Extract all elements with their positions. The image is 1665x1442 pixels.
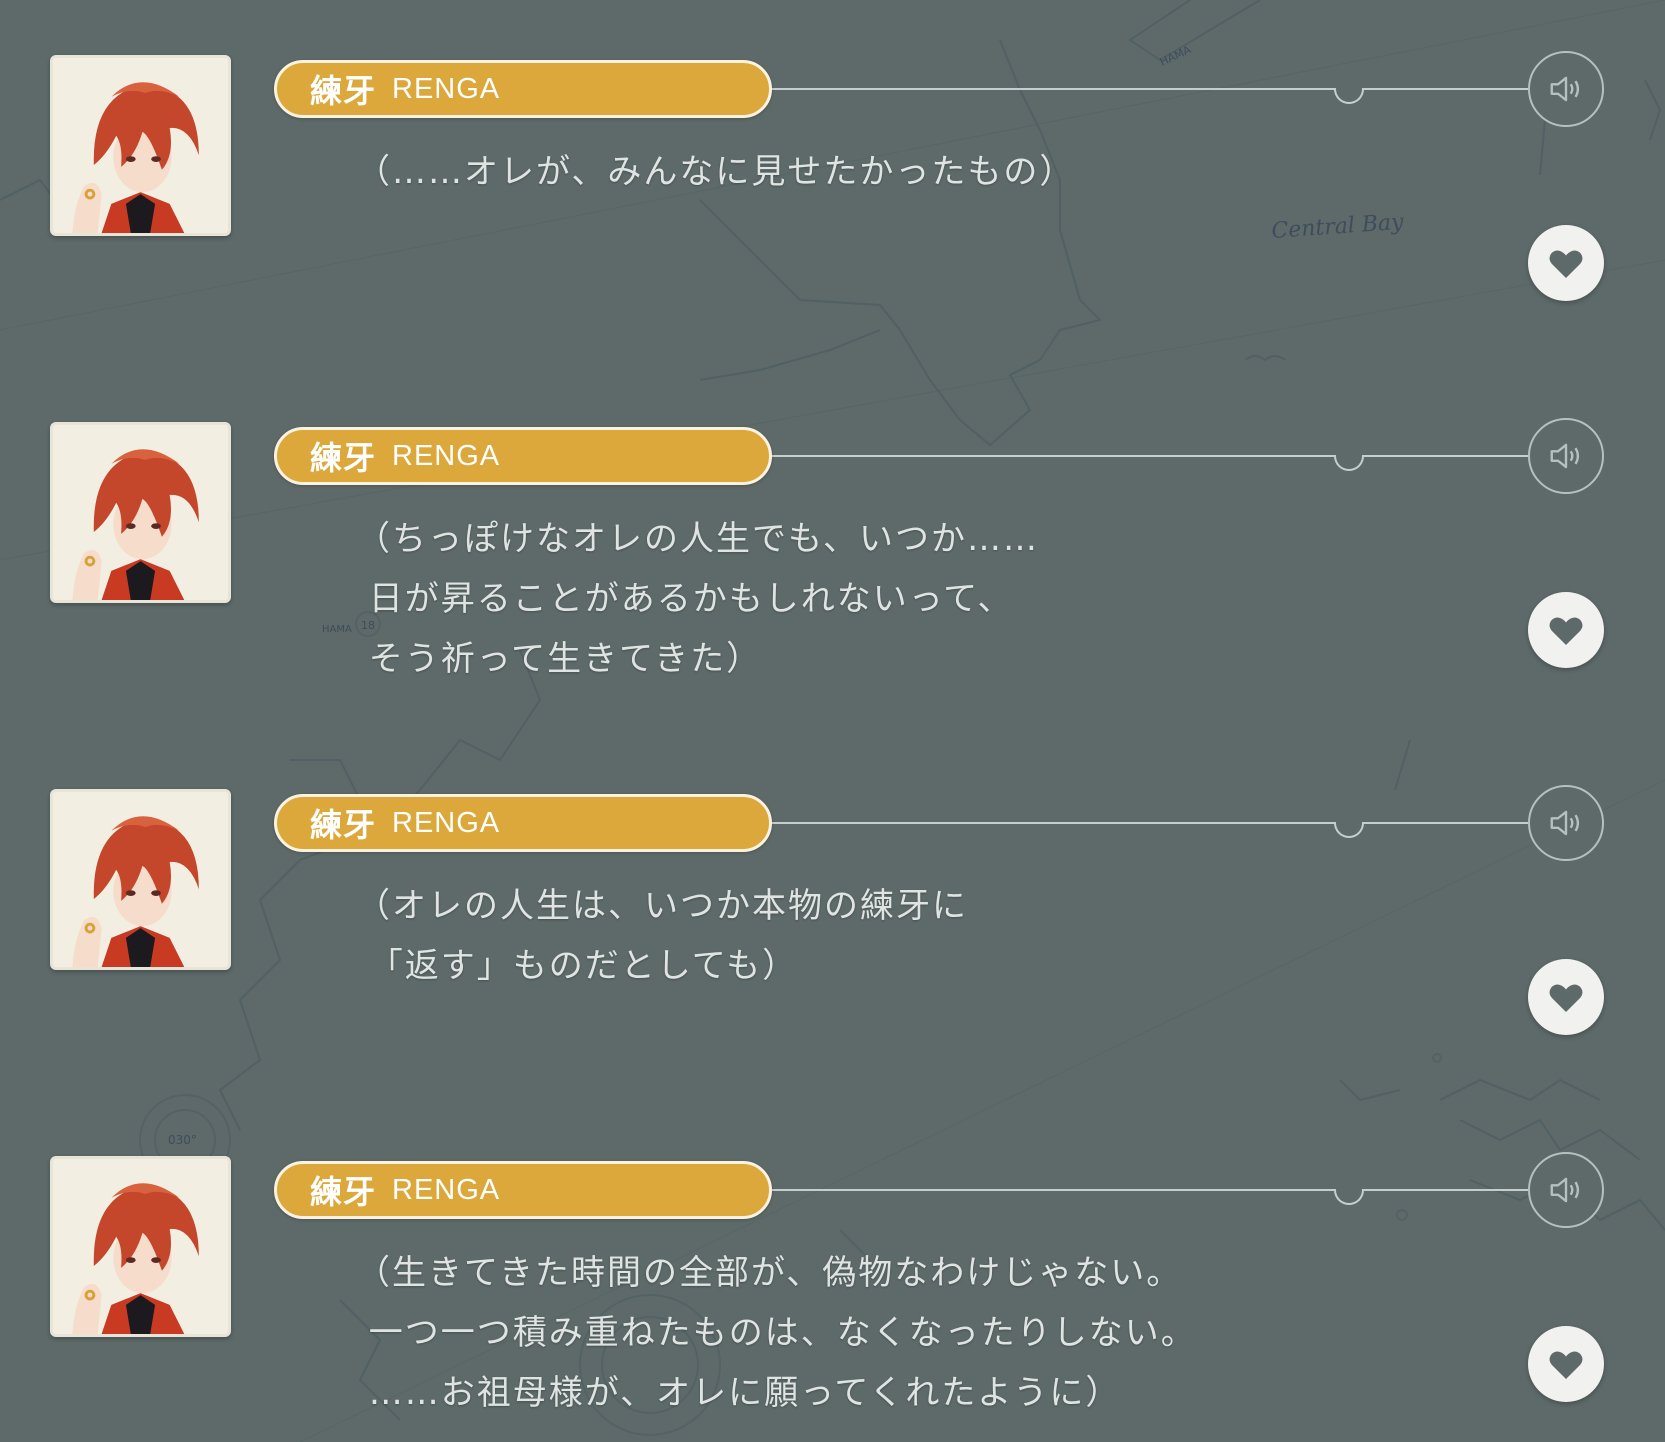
- speaker-divider-line: [760, 822, 1532, 824]
- divider-notch: [1334, 1189, 1364, 1205]
- voice-play-button[interactable]: [1528, 51, 1604, 127]
- speaker-name-en: RENGA: [392, 806, 501, 839]
- character-avatar: [50, 789, 231, 970]
- heart-icon: [1549, 1351, 1583, 1379]
- speaker-name-plate: 練牙 RENGA: [274, 427, 772, 485]
- speaker-divider-line: [760, 1189, 1532, 1191]
- favorite-button[interactable]: [1528, 225, 1604, 301]
- speaker-name-jp: 練牙: [310, 1173, 377, 1211]
- speaker-name-plate: 練牙 RENGA: [274, 794, 772, 852]
- speaker-name-jp: 練牙: [310, 806, 377, 844]
- speaker-name-en: RENGA: [392, 439, 501, 472]
- speaker-divider-line: [760, 88, 1532, 90]
- speaker-divider-line: [760, 455, 1532, 457]
- dialogue-entry: 練牙 RENGA （……オレが、みんなに見せたかったもの）: [0, 0, 1665, 367]
- speaker-icon: [1550, 76, 1580, 102]
- speaker-icon: [1550, 1177, 1580, 1203]
- heart-icon: [1549, 617, 1583, 645]
- dialogue-text: （オレの人生は、いつか本物の練牙に 「返す」ものだとしても）: [356, 886, 968, 986]
- speaker-name-en: RENGA: [392, 72, 501, 105]
- divider-notch: [1334, 88, 1364, 104]
- voice-play-button[interactable]: [1528, 418, 1604, 494]
- dialogue-entry: 練牙 RENGA （ちっぽけなオレの人生でも、いつか…… 日が昇ることがあるかも…: [0, 367, 1665, 734]
- speaker-name-plate: 練牙 RENGA: [274, 1161, 772, 1219]
- speaker-icon: [1550, 810, 1580, 836]
- favorite-button[interactable]: [1528, 592, 1604, 668]
- divider-notch: [1334, 455, 1364, 471]
- renga-portrait-icon: [53, 1159, 228, 1334]
- character-avatar: [50, 55, 231, 236]
- dialogue-text: （ちっぽけなオレの人生でも、いつか…… 日が昇ることがあるかもしれないって、 そ…: [356, 519, 1039, 679]
- renga-portrait-icon: [53, 425, 228, 600]
- dialogue-text: （生きてきた時間の全部が、偽物なわけじゃない。 一つ一つ積み重ねたものは、なくな…: [356, 1253, 1197, 1413]
- speaker-icon: [1550, 443, 1580, 469]
- favorite-button[interactable]: [1528, 1326, 1604, 1402]
- speaker-name-jp: 練牙: [310, 439, 377, 477]
- heart-icon: [1549, 250, 1583, 278]
- speaker-name-plate: 練牙 RENGA: [274, 60, 772, 118]
- heart-icon: [1549, 984, 1583, 1012]
- speaker-name-jp: 練牙: [310, 72, 377, 110]
- dialogue-entry: 練牙 RENGA （生きてきた時間の全部が、偽物なわけじゃない。 一つ一つ積み重…: [0, 1101, 1665, 1442]
- divider-notch: [1334, 822, 1364, 838]
- character-avatar: [50, 422, 231, 603]
- renga-portrait-icon: [53, 58, 228, 233]
- favorite-button[interactable]: [1528, 959, 1604, 1035]
- voice-play-button[interactable]: [1528, 785, 1604, 861]
- dialogue-entry: 練牙 RENGA （オレの人生は、いつか本物の練牙に 「返す」ものだとしても）: [0, 734, 1665, 1101]
- speaker-name-en: RENGA: [392, 1173, 501, 1206]
- voice-play-button[interactable]: [1528, 1152, 1604, 1228]
- dialogue-text: （……オレが、みんなに見せたかったもの）: [356, 152, 1076, 192]
- renga-portrait-icon: [53, 792, 228, 967]
- character-avatar: [50, 1156, 231, 1337]
